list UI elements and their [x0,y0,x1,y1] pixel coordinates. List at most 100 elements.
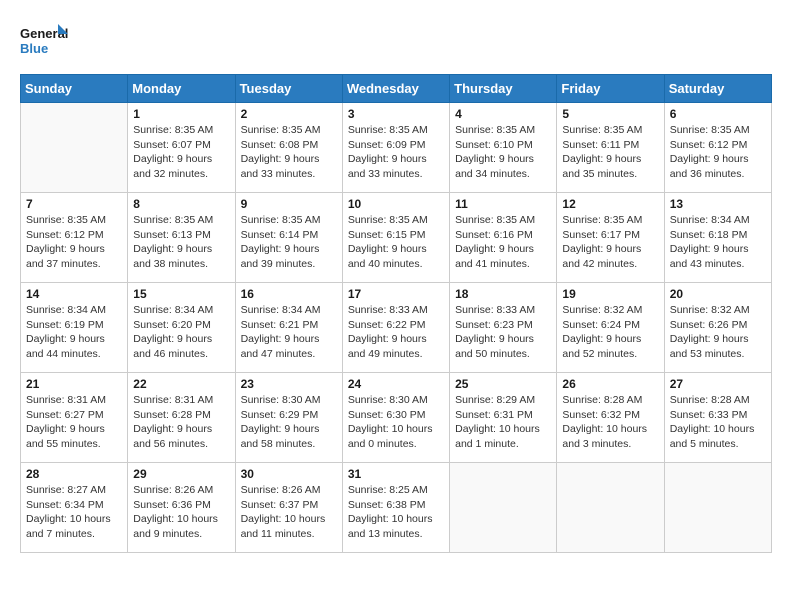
calendar-cell: 2Sunrise: 8:35 AM Sunset: 6:08 PM Daylig… [235,103,342,193]
logo-svg: General Blue [20,20,70,64]
day-info: Sunrise: 8:31 AM Sunset: 6:27 PM Dayligh… [26,393,122,452]
calendar-cell: 16 Sunrise: 8:34 AM Sunset: 6:21 PM Dayli… [235,283,342,373]
calendar-cell: 8 Sunrise: 8:35 AM Sunset: 6:13 PM Daylig… [128,193,235,283]
day-number: 31 [348,467,444,481]
day-info: Sunrise: 8:26 AM Sunset: 6:36 PM Dayligh… [133,483,229,542]
day-number: 16 [241,287,337,301]
day-info: Sunrise: 8:30 AM Sunset: 6:29 PM Dayligh… [241,393,337,452]
calendar-table: SundayMondayTuesdayWednesdayThursdayFrid… [20,74,772,553]
day-number: 4 [455,107,551,121]
day-info: Sunrise: 8:33 AM Sunset: 6:22 PM Dayligh… [348,303,444,362]
calendar-cell: 10 Sunrise: 8:35 AM Sunset: 6:15 PM Dayli… [342,193,449,283]
calendar-cell: 1 Sunrise: 8:35 AM Sunset: 6:07 PM Daylig… [128,103,235,193]
day-number: 27 [670,377,766,391]
day-number: 25 [455,377,551,391]
calendar-cell: 6 Sunrise: 8:35 AM Sunset: 6:12 PM Daylig… [664,103,771,193]
day-info: Sunrise: 8:35 AM Sunset: 6:15 PM Dayligh… [348,213,444,272]
day-info: Sunrise: 8:26 AM Sunset: 6:37 PM Dayligh… [241,483,337,542]
day-info: Sunrise: 8:35 AM Sunset: 6:16 PM Dayligh… [455,213,551,272]
calendar-cell: 7 Sunrise: 8:35 AM Sunset: 6:12 PM Daylig… [21,193,128,283]
calendar-cell: 24 Sunrise: 8:30 AM Sunset: 6:30 PM Dayli… [342,373,449,463]
day-number: 23 [241,377,337,391]
day-info: Sunrise: 8:34 AM Sunset: 6:20 PM Dayligh… [133,303,229,362]
calendar-cell: 21 Sunrise: 8:31 AM Sunset: 6:27 PM Dayli… [21,373,128,463]
day-info: Sunrise: 8:34 AM Sunset: 6:21 PM Dayligh… [241,303,337,362]
day-number: 29 [133,467,229,481]
calendar-cell [664,463,771,553]
day-number: 10 [348,197,444,211]
day-info: Sunrise: 8:30 AM Sunset: 6:30 PM Dayligh… [348,393,444,452]
day-number: 22 [133,377,229,391]
calendar-cell: 23 Sunrise: 8:30 AM Sunset: 6:29 PM Dayli… [235,373,342,463]
svg-text:Blue: Blue [20,41,48,56]
day-number: 11 [455,197,551,211]
day-info: Sunrise: 8:27 AM Sunset: 6:34 PM Dayligh… [26,483,122,542]
calendar-cell: 28 Sunrise: 8:27 AM Sunset: 6:34 PM Dayli… [21,463,128,553]
day-info: Sunrise: 8:35 AM Sunset: 6:08 PM Dayligh… [241,123,337,182]
calendar-week-row: 7 Sunrise: 8:35 AM Sunset: 6:12 PM Daylig… [21,193,772,283]
weekday-header-saturday: Saturday [664,75,771,103]
day-number: 13 [670,197,766,211]
calendar-week-row: 14 Sunrise: 8:34 AM Sunset: 6:19 PM Dayli… [21,283,772,373]
calendar-cell [557,463,664,553]
calendar-cell: 30 Sunrise: 8:26 AM Sunset: 6:37 PM Dayli… [235,463,342,553]
day-info: Sunrise: 8:33 AM Sunset: 6:23 PM Dayligh… [455,303,551,362]
day-info: Sunrise: 8:25 AM Sunset: 6:38 PM Dayligh… [348,483,444,542]
day-info: Sunrise: 8:35 AM Sunset: 6:12 PM Dayligh… [670,123,766,182]
calendar-cell [450,463,557,553]
day-number: 28 [26,467,122,481]
day-number: 18 [455,287,551,301]
day-number: 12 [562,197,658,211]
day-info: Sunrise: 8:35 AM Sunset: 6:14 PM Dayligh… [241,213,337,272]
calendar-cell: 19 Sunrise: 8:32 AM Sunset: 6:24 PM Dayli… [557,283,664,373]
day-info: Sunrise: 8:35 AM Sunset: 6:12 PM Dayligh… [26,213,122,272]
day-info: Sunrise: 8:28 AM Sunset: 6:33 PM Dayligh… [670,393,766,452]
calendar-cell: 31 Sunrise: 8:25 AM Sunset: 6:38 PM Dayli… [342,463,449,553]
calendar-cell: 11 Sunrise: 8:35 AM Sunset: 6:16 PM Dayli… [450,193,557,283]
calendar-cell: 22 Sunrise: 8:31 AM Sunset: 6:28 PM Dayli… [128,373,235,463]
calendar-cell: 13 Sunrise: 8:34 AM Sunset: 6:18 PM Dayli… [664,193,771,283]
day-info: Sunrise: 8:35 AM Sunset: 6:11 PM Dayligh… [562,123,658,182]
day-number: 9 [241,197,337,211]
day-info: Sunrise: 8:35 AM Sunset: 6:10 PM Dayligh… [455,123,551,182]
day-number: 19 [562,287,658,301]
calendar-cell: 9 Sunrise: 8:35 AM Sunset: 6:14 PM Daylig… [235,193,342,283]
day-info: Sunrise: 8:35 AM Sunset: 6:07 PM Dayligh… [133,123,229,182]
calendar-cell: 27 Sunrise: 8:28 AM Sunset: 6:33 PM Dayli… [664,373,771,463]
day-info: Sunrise: 8:34 AM Sunset: 6:18 PM Dayligh… [670,213,766,272]
day-number: 17 [348,287,444,301]
day-number: 1 [133,107,229,121]
day-number: 21 [26,377,122,391]
calendar-week-row: 21 Sunrise: 8:31 AM Sunset: 6:27 PM Dayli… [21,373,772,463]
day-number: 5 [562,107,658,121]
day-info: Sunrise: 8:31 AM Sunset: 6:28 PM Dayligh… [133,393,229,452]
calendar-week-row: 28 Sunrise: 8:27 AM Sunset: 6:34 PM Dayli… [21,463,772,553]
day-number: 24 [348,377,444,391]
day-number: 7 [26,197,122,211]
day-number: 26 [562,377,658,391]
weekday-header-monday: Monday [128,75,235,103]
day-info: Sunrise: 8:32 AM Sunset: 6:24 PM Dayligh… [562,303,658,362]
calendar-week-row: 1 Sunrise: 8:35 AM Sunset: 6:07 PM Daylig… [21,103,772,193]
calendar-cell [21,103,128,193]
day-number: 20 [670,287,766,301]
day-info: Sunrise: 8:28 AM Sunset: 6:32 PM Dayligh… [562,393,658,452]
calendar-cell: 29 Sunrise: 8:26 AM Sunset: 6:36 PM Dayli… [128,463,235,553]
calendar-header-row: SundayMondayTuesdayWednesdayThursdayFrid… [21,75,772,103]
day-info: Sunrise: 8:35 AM Sunset: 6:13 PM Dayligh… [133,213,229,272]
day-info: Sunrise: 8:34 AM Sunset: 6:19 PM Dayligh… [26,303,122,362]
day-number: 8 [133,197,229,211]
calendar-cell: 3Sunrise: 8:35 AM Sunset: 6:09 PM Daylig… [342,103,449,193]
calendar-cell: 4 Sunrise: 8:35 AM Sunset: 6:10 PM Daylig… [450,103,557,193]
weekday-header-thursday: Thursday [450,75,557,103]
weekday-header-tuesday: Tuesday [235,75,342,103]
day-number: 6 [670,107,766,121]
day-number: 14 [26,287,122,301]
day-number: 30 [241,467,337,481]
calendar-cell: 25Sunrise: 8:29 AM Sunset: 6:31 PM Dayli… [450,373,557,463]
logo: General Blue [20,20,70,64]
calendar-cell: 18 Sunrise: 8:33 AM Sunset: 6:23 PM Dayli… [450,283,557,373]
day-number: 15 [133,287,229,301]
calendar-cell: 15 Sunrise: 8:34 AM Sunset: 6:20 PM Dayli… [128,283,235,373]
weekday-header-friday: Friday [557,75,664,103]
